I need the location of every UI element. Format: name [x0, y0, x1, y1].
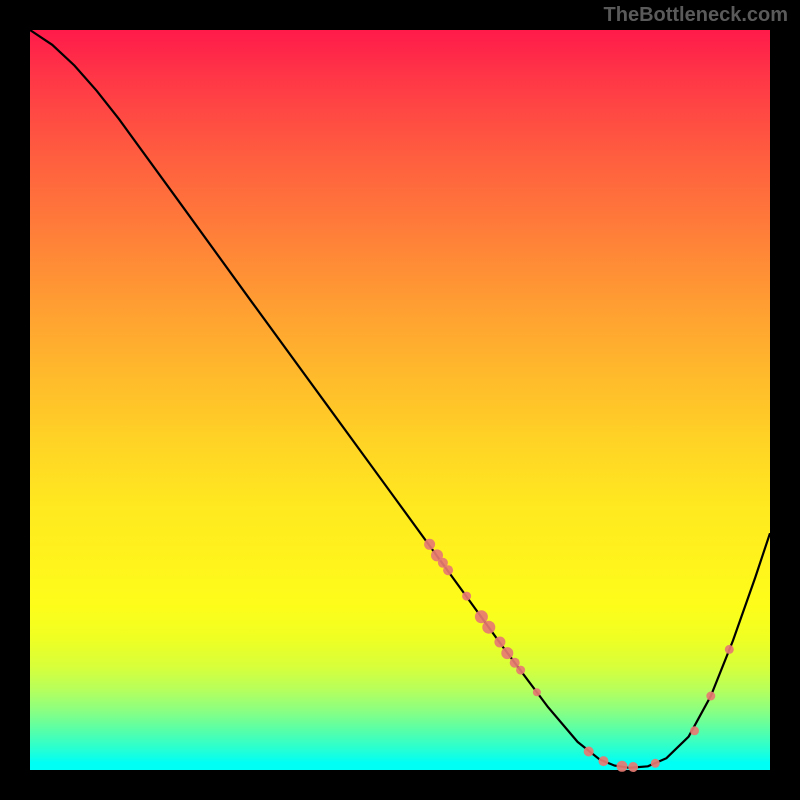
- data-point: [482, 621, 495, 634]
- data-point: [516, 666, 525, 675]
- chart-plot-area: [30, 30, 770, 770]
- data-point: [510, 658, 520, 668]
- chart-svg: [30, 30, 770, 770]
- data-point: [617, 761, 628, 772]
- data-point: [628, 762, 638, 772]
- data-point: [599, 756, 609, 766]
- data-point: [725, 645, 734, 654]
- data-point: [501, 647, 513, 659]
- watermark-text: TheBottleneck.com: [604, 4, 788, 27]
- data-point: [462, 592, 471, 601]
- data-point: [584, 747, 594, 757]
- data-point: [690, 726, 699, 735]
- data-point: [533, 688, 541, 696]
- data-point: [494, 637, 505, 648]
- data-point: [706, 692, 715, 701]
- data-point: [651, 759, 660, 768]
- data-point: [443, 565, 453, 575]
- data-point: [475, 610, 488, 623]
- data-point: [424, 539, 435, 550]
- curve-line: [30, 30, 770, 768]
